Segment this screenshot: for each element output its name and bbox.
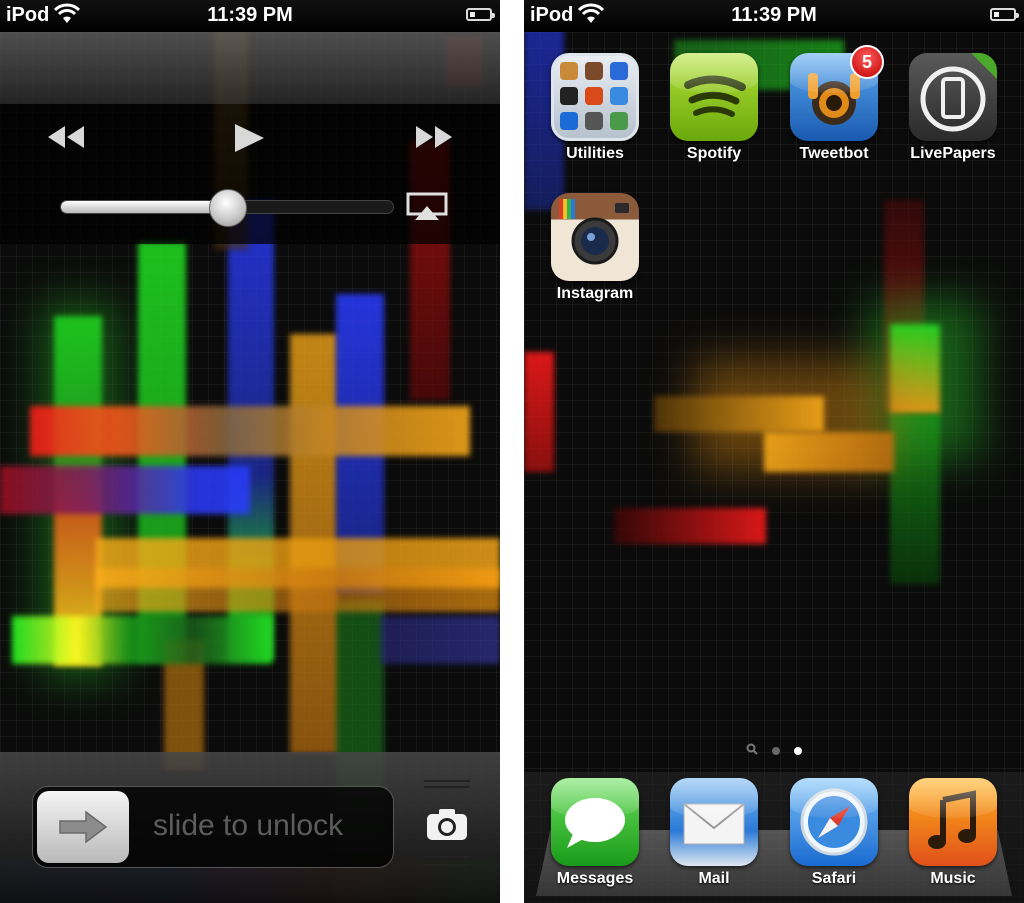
page-indicator[interactable] [524,742,1024,760]
livepapers-icon [909,53,997,141]
app-instagram[interactable]: Instagram [540,193,650,303]
volume-knob[interactable] [209,189,247,227]
play-icon[interactable] [232,122,266,160]
spotify-icon [670,53,758,141]
music-icon [909,778,997,866]
airplay-icon[interactable] [406,192,448,228]
app-label: Tweetbot [799,145,869,162]
dock-app-mail[interactable]: Mail [659,778,769,888]
app-label: Utilities [566,145,624,162]
messages-icon [551,778,639,866]
dock-app-music[interactable]: Music [898,778,1008,888]
app-livepapers[interactable]: LivePapers [898,53,1008,163]
app-label: Messages [556,870,634,887]
app-tweetbot[interactable]: 5 Tweetbot [779,45,889,163]
arrow-right-icon [59,810,108,844]
app-label: LivePapers [910,145,996,162]
camera-icon [425,808,469,847]
mail-icon [670,778,758,866]
home-screen: iPod 11:39 PM Utilities Spotify 5 Tweetb… [524,0,1024,903]
status-time: 11:39 PM [731,4,817,26]
status-bar: iPod 11:39 PM [524,0,1024,32]
app-label: Mail [698,870,730,887]
lock-top-band [0,32,500,104]
utilities-folder-icon [551,53,639,141]
app-spotify[interactable]: Spotify [659,53,769,163]
app-label: Music [930,870,976,887]
app-utilities[interactable]: Utilities [540,53,650,163]
rewind-icon[interactable] [46,124,86,156]
media-controls [0,104,500,244]
status-bar: iPod 11:39 PM [0,0,500,32]
app-label: Instagram [556,285,634,302]
fast-forward-icon[interactable] [414,124,454,156]
unlock-slider[interactable]: slide to unlock [32,786,394,868]
battery-icon [466,8,495,21]
status-time: 11:39 PM [207,4,293,26]
app-label: Spotify [686,145,742,162]
dock-app-safari[interactable]: Safari [779,778,889,888]
lock-screen: iPod 11:39 PM slide to unlock [0,0,500,903]
notification-badge: 5 [850,45,884,79]
page-dot-active[interactable] [794,747,802,755]
dock-app-messages[interactable]: Messages [540,778,650,888]
unlock-slider-knob[interactable] [37,791,129,863]
safari-icon [790,778,878,866]
page-dot[interactable] [772,747,780,755]
camera-button[interactable] [424,780,470,870]
battery-icon [990,8,1019,21]
instagram-icon [551,193,639,281]
slide-to-unlock-label: slide to unlock [153,809,344,842]
volume-fill [61,201,228,213]
app-label: Safari [811,870,857,887]
spotlight-search-icon[interactable] [746,742,758,760]
